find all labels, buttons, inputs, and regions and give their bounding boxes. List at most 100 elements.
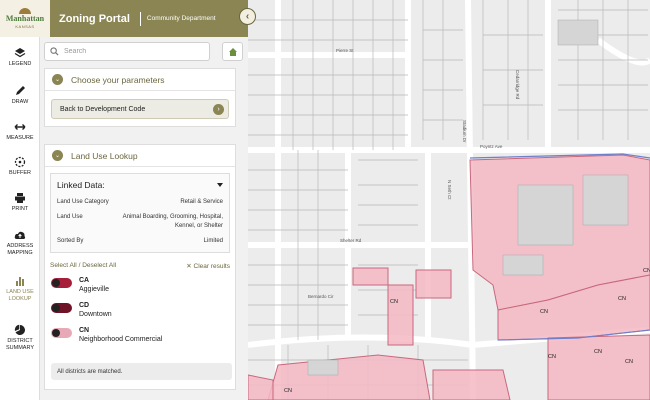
- tool-label: LEGEND: [8, 61, 32, 67]
- linked-row-value: Animal Boarding, Grooming, Hospital, Ken…: [122, 214, 223, 229]
- collapse-panel-button[interactable]: ‹: [239, 8, 256, 25]
- tool-draw[interactable]: DRAW: [0, 85, 40, 106]
- linked-row-value: Limited: [203, 238, 223, 244]
- zone-label: CN: [284, 388, 292, 394]
- district-toggle-cn[interactable]: [51, 328, 72, 338]
- chevron-right-icon: ›: [213, 103, 224, 115]
- street-label: Bernardo Cir: [308, 294, 334, 299]
- status-message: All districts are matched.: [51, 363, 232, 380]
- left-toolbar: LEGEND DRAW MEASURE BUFFER PRINT ADDRESS…: [0, 37, 40, 400]
- back-to-development-code-button[interactable]: Back to Development Code ›: [51, 99, 229, 119]
- back-button-label: Back to Development Code: [60, 105, 146, 113]
- app-title: Zoning Portal: [59, 12, 130, 25]
- linked-row-value: Retail & Service: [180, 199, 223, 205]
- land-use-title: Land Use Lookup: [71, 150, 138, 161]
- home-icon: [228, 47, 237, 56]
- linked-data-title: Linked Data:: [57, 180, 105, 190]
- linked-data-box: Linked Data: Land Use Category Retail & …: [50, 173, 230, 253]
- clear-results-link[interactable]: ✕ Clear results: [186, 262, 230, 270]
- linked-data-toggle[interactable]: Linked Data:: [57, 178, 223, 192]
- tool-label: MEASURE: [6, 135, 34, 141]
- district-name: Aggieville: [79, 286, 109, 293]
- district-code: CD: [79, 302, 90, 309]
- city-logo[interactable]: Manhattan KANSAS: [0, 0, 50, 37]
- linked-row-key: Land Use: [57, 214, 83, 220]
- side-panel: ⌄ Choose your parameters Back to Develop…: [40, 37, 248, 400]
- tool-measure[interactable]: MEASURE: [0, 121, 40, 142]
- district-toggle-ca[interactable]: [51, 278, 72, 288]
- zone-label: CN: [625, 359, 633, 365]
- tool-land-use-lookup[interactable]: LAND USE LOOKUP: [0, 275, 40, 303]
- street-label: Pierre St: [336, 48, 354, 53]
- selection-links: Select All / Deselect All: [50, 262, 116, 270]
- land-use-card: ⌄ Land Use Lookup Linked Data: Land Use …: [44, 144, 236, 390]
- street-label: Cedarridge Rd: [515, 70, 520, 100]
- pie-chart-icon: [14, 324, 25, 335]
- tool-print[interactable]: PRINT: [0, 192, 40, 213]
- street-label: Poyntz Ave: [480, 144, 503, 149]
- zone-label: CN: [540, 309, 548, 315]
- zone-label: CN: [390, 299, 398, 305]
- parameters-card: ⌄ Choose your parameters Back to Develop…: [44, 68, 236, 127]
- tool-label: DISTRICT SUMMARY: [5, 338, 34, 351]
- tool-label: LAND USE LOOKUP: [6, 289, 34, 302]
- zone-label: CN: [643, 268, 650, 274]
- chevron-down-icon: ⌄: [52, 74, 63, 85]
- tool-label: PRINT: [11, 206, 29, 212]
- app-header: Manhattan KANSAS Zoning Portal Community…: [0, 0, 248, 37]
- deselect-all-link[interactable]: Deselect All: [82, 262, 116, 269]
- pencil-icon: [16, 86, 25, 95]
- linked-row: Land Use Category Retail & Service: [57, 198, 223, 207]
- chevron-left-icon: ‹: [245, 11, 250, 22]
- department-name: Community Department: [146, 15, 216, 22]
- logo-text: Manhattan: [5, 14, 45, 23]
- home-button[interactable]: [222, 42, 243, 61]
- search-input[interactable]: [64, 48, 204, 55]
- tool-label: ADDRESS MAPPING: [6, 243, 34, 256]
- zone-label: CN: [618, 296, 626, 302]
- district-item: CA Aggieville: [45, 276, 235, 295]
- zone-label: CN: [594, 349, 602, 355]
- land-use-header[interactable]: ⌄ Land Use Lookup: [45, 145, 235, 167]
- map-view[interactable]: Pierre St Poyntz Ave Shelter Rd Bernardo…: [248, 0, 650, 400]
- selection-separator: /: [78, 262, 81, 269]
- caret-down-icon: [217, 183, 223, 187]
- district-item: CD Downtown: [45, 301, 235, 320]
- street-label: N Seth Ct: [447, 180, 452, 200]
- layers-icon: [14, 48, 26, 58]
- tool-district-summary[interactable]: DISTRICT SUMMARY: [0, 324, 40, 352]
- street-label: Shelter Rd: [340, 238, 362, 243]
- zone-label: CN: [548, 354, 556, 360]
- ruler-icon: [14, 124, 26, 130]
- linked-row: Sorted By Limited: [57, 237, 223, 246]
- upload-cloud-icon: [14, 231, 26, 239]
- tool-legend[interactable]: LEGEND: [0, 47, 40, 68]
- linked-row: Land Use Animal Boarding, Grooming, Hosp…: [57, 213, 223, 231]
- header-divider: [139, 11, 141, 26]
- search-box[interactable]: [44, 42, 210, 61]
- select-all-link[interactable]: Select All: [50, 262, 77, 269]
- parameters-header[interactable]: ⌄ Choose your parameters: [45, 69, 235, 91]
- logo-subtext: KANSAS: [15, 24, 35, 29]
- district-name: Downtown: [79, 311, 112, 318]
- district-name: Neighborhood Commercial: [79, 336, 163, 343]
- tool-label: BUFFER: [9, 170, 31, 176]
- street-label: Stadium Dr: [462, 120, 467, 143]
- linked-row-key: Land Use Category: [57, 199, 109, 205]
- district-toggle-cd[interactable]: [51, 303, 72, 313]
- selection-row: Select All / Deselect All ✕ Clear result…: [45, 262, 235, 270]
- linked-row-key: Sorted By: [57, 238, 84, 244]
- bar-chart-icon: [16, 277, 24, 286]
- district-item: CN Neighborhood Commercial: [45, 326, 235, 345]
- tool-label: DRAW: [11, 99, 29, 105]
- district-code: CN: [79, 327, 90, 334]
- buffer-icon: [14, 156, 26, 168]
- parameters-title: Choose your parameters: [71, 74, 165, 85]
- tool-address-mapping[interactable]: ADDRESS MAPPING: [0, 229, 40, 257]
- tool-buffer[interactable]: BUFFER: [0, 156, 40, 177]
- search-row: [44, 42, 244, 62]
- chevron-down-icon: ⌄: [52, 150, 63, 161]
- district-code: CA: [79, 277, 90, 284]
- search-icon: [50, 47, 59, 56]
- printer-icon: [15, 193, 25, 203]
